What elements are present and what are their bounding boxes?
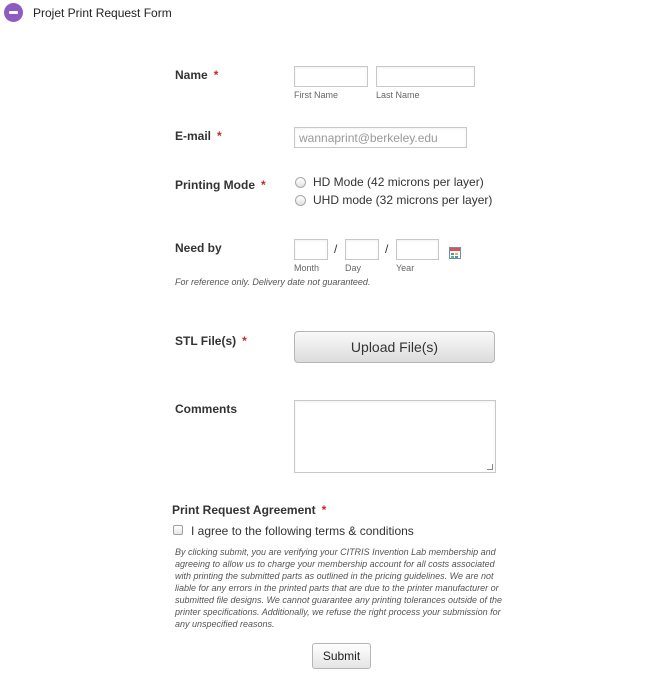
- uhd-mode-label[interactable]: UHD mode (32 microns per layer): [313, 193, 492, 207]
- uhd-mode-radio[interactable]: [295, 195, 306, 206]
- required-marker: *: [261, 178, 266, 192]
- printing-mode-label: Printing Mode *: [175, 178, 266, 192]
- agreement-label-text: Print Request Agreement: [172, 503, 316, 517]
- agree-checkbox[interactable]: [173, 525, 183, 535]
- comments-textarea[interactable]: [294, 400, 496, 473]
- last-name-input[interactable]: [376, 66, 475, 87]
- day-sublabel: Day: [345, 263, 362, 273]
- minus-circle-icon[interactable]: [4, 3, 23, 22]
- required-marker: *: [217, 129, 222, 143]
- form-title: Projet Print Request Form: [33, 6, 172, 20]
- day-input[interactable]: [345, 239, 379, 260]
- need-by-note: For reference only. Delivery date not gu…: [175, 277, 371, 287]
- last-name-sublabel: Last Name: [376, 90, 420, 100]
- agreement-label: Print Request Agreement *: [172, 503, 326, 517]
- hd-mode-radio[interactable]: [295, 177, 306, 188]
- month-sublabel: Month: [294, 263, 320, 273]
- required-marker: *: [242, 334, 247, 348]
- date-separator: /: [385, 242, 389, 256]
- year-sublabel: Year: [396, 263, 415, 273]
- agreement-terms-text: By clicking submit, you are verifying yo…: [175, 547, 503, 629]
- email-label: E-mail *: [175, 129, 222, 143]
- agree-checkbox-label[interactable]: I agree to the following terms & conditi…: [191, 524, 414, 538]
- printing-mode-label-text: Printing Mode: [175, 178, 255, 192]
- upload-files-button[interactable]: Upload File(s): [294, 331, 495, 363]
- submit-button[interactable]: Submit: [312, 643, 371, 669]
- comments-label: Comments: [175, 402, 238, 416]
- date-separator: /: [334, 242, 338, 256]
- year-input[interactable]: [396, 239, 439, 260]
- calendar-icon[interactable]: [449, 247, 461, 259]
- name-label: Name *: [175, 68, 218, 82]
- email-label-text: E-mail: [175, 129, 212, 143]
- required-marker: *: [321, 503, 327, 517]
- month-input[interactable]: [294, 239, 328, 260]
- email-input[interactable]: wannaprint@berkeley.edu: [294, 127, 467, 148]
- need-by-label: Need by: [175, 241, 222, 255]
- stl-label-text: STL File(s): [175, 334, 237, 348]
- stl-label: STL File(s) *: [175, 334, 247, 348]
- hd-mode-label[interactable]: HD Mode (42 microns per layer): [313, 175, 484, 189]
- first-name-sublabel: First Name: [294, 90, 339, 100]
- name-label-text: Name: [175, 68, 208, 82]
- required-marker: *: [213, 68, 219, 82]
- first-name-input[interactable]: [294, 66, 368, 87]
- resize-handle-icon[interactable]: [487, 464, 493, 470]
